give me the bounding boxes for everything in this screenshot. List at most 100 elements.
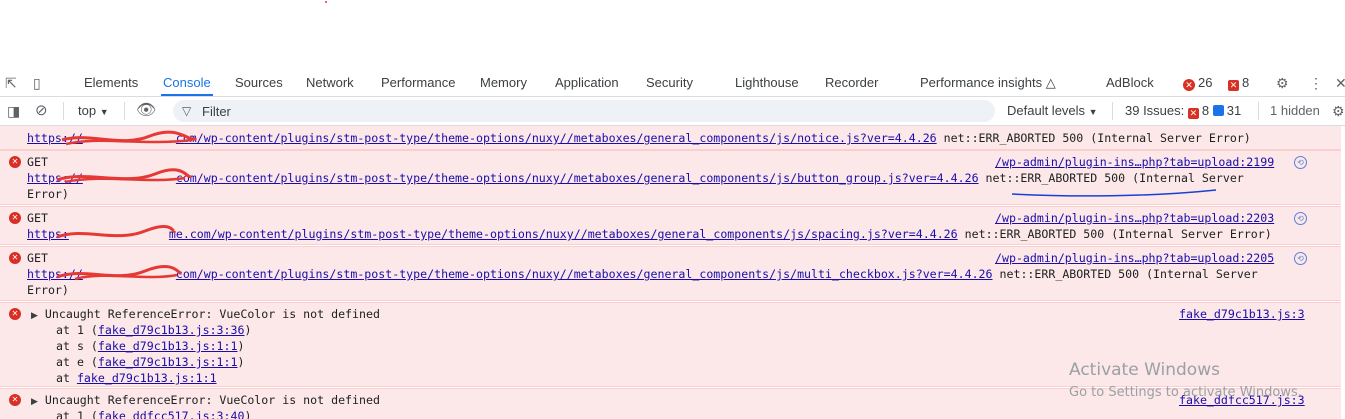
- live-expression-eye-icon[interactable]: 👁: [136, 97, 156, 125]
- filter-icon: ▽: [182, 104, 192, 118]
- device-toolbar-icon[interactable]: ▯: [33, 74, 41, 96]
- expand-triangle-icon: ▶: [31, 397, 38, 407]
- error-text: net::ERR_ABORTED 500 (Internal Server: [999, 267, 1258, 281]
- network-request-icon[interactable]: ⟲: [1294, 212, 1307, 225]
- close-devtools-icon[interactable]: ✕: [1335, 74, 1345, 96]
- tab-memory[interactable]: Memory: [480, 74, 527, 96]
- frame-prefix: at s (: [56, 339, 98, 353]
- log-levels-dropdown[interactable]: Default levels ▼: [1007, 97, 1098, 125]
- devtools-tab-bar: ⇱ ▯ Elements Console Sources Network Per…: [0, 74, 1345, 97]
- console-settings-gear-icon[interactable]: ⚙: [1332, 97, 1345, 125]
- frame-suffix: ): [244, 409, 252, 419]
- error-text: net::ERR_ABORTED 500 (Internal Server Er…: [964, 227, 1272, 241]
- url-tail: me.com/wp-content/plugins/stm-post-type/…: [168, 227, 958, 241]
- error-icon: ✕: [9, 394, 21, 406]
- hidden-count: 1 hidden: [1270, 103, 1320, 118]
- tab-elements[interactable]: Elements: [84, 74, 138, 96]
- error-summary[interactable]: ▶ Uncaught ReferenceError: VueColor is n…: [31, 306, 380, 322]
- toolbar-divider: [63, 102, 64, 120]
- filter-box[interactable]: ▽: [173, 100, 995, 122]
- tab-application[interactable]: Application: [555, 74, 619, 96]
- tab-performance-insights[interactable]: Performance insights △: [920, 74, 1056, 96]
- expand-triangle-icon: ▶: [31, 311, 38, 321]
- url-tail: com/wp-content/plugins/stm-post-type/the…: [175, 171, 979, 185]
- source-link[interactable]: /wp-admin/plugin-ins…php?tab=upload:2199: [995, 154, 1274, 170]
- watermark-title: Activate Windows: [1069, 360, 1220, 380]
- error-counter[interactable]: ✕ 26: [1183, 74, 1212, 96]
- request-url-link[interactable]: https:// com/wp-content/plugins/stm-post-…: [27, 267, 993, 281]
- tab-sources[interactable]: Sources: [235, 74, 283, 96]
- issues-button[interactable]: 39 Issues: ✕ 8 31: [1125, 97, 1241, 125]
- tab-network[interactable]: Network: [306, 74, 354, 96]
- frame-prefix: at 1 (: [56, 409, 98, 419]
- message-body: https:// com/wp-content/plugins/stm-post-…: [27, 266, 1258, 282]
- error-icon: ✕: [9, 308, 21, 320]
- flask-icon: △: [1045, 75, 1056, 90]
- console-error-message: https:// com/wp-content/plugins/stm-post-…: [0, 126, 1341, 150]
- source-link[interactable]: /wp-admin/plugin-ins…php?tab=upload:2205: [995, 250, 1274, 266]
- request-url-link[interactable]: https:// com/wp-content/plugins/stm-post-…: [27, 131, 937, 145]
- message-body: https: me.com/wp-content/plugins/stm-post…: [27, 226, 1272, 242]
- error-text: net::ERR_ABORTED 500 (Internal Server: [985, 171, 1244, 185]
- stack-frame-link[interactable]: fake_d79c1b13.js:1:1: [98, 355, 238, 369]
- more-options-icon[interactable]: ⋮: [1309, 74, 1323, 96]
- issues-error-count: 8: [1201, 103, 1210, 118]
- network-request-icon[interactable]: ⟲: [1294, 252, 1307, 265]
- toolbar-divider: [124, 102, 125, 120]
- error-summary[interactable]: ▶ Uncaught ReferenceError: VueColor is n…: [31, 392, 380, 408]
- console-error-message: ✕ GET /wp-admin/plugin-ins…php?tab=uploa…: [0, 206, 1341, 245]
- settings-gear-icon[interactable]: ⚙: [1276, 74, 1289, 96]
- stack-frame: at fake_d79c1b13.js:1:1: [56, 370, 217, 386]
- url-prefix: https:: [27, 227, 69, 241]
- frame-suffix: ): [237, 339, 245, 353]
- blank-area: [0, 0, 1345, 74]
- tab-lighthouse[interactable]: Lighthouse: [735, 74, 799, 96]
- console-error-message: ✕ GET /wp-admin/plugin-ins…php?tab=uploa…: [0, 246, 1341, 301]
- url-prefix: https://: [27, 131, 83, 145]
- error-count: 26: [1198, 75, 1213, 90]
- error-icon: ✕: [9, 252, 21, 264]
- tab-performance-insights-label: Performance insights: [920, 75, 1043, 90]
- inspect-element-icon[interactable]: ⇱: [5, 74, 17, 96]
- stack-frame-link[interactable]: fake_d79c1b13.js:3:36: [98, 323, 245, 337]
- source-link[interactable]: /wp-admin/plugin-ins…php?tab=upload:2203: [995, 210, 1274, 226]
- stack-frame: at 1 (fake_d79c1b13.js:3:36): [56, 322, 251, 338]
- message-body: https:// com/wp-content/plugins/stm-post-…: [27, 130, 1251, 146]
- tab-adblock[interactable]: AdBlock: [1106, 74, 1154, 96]
- request-method: GET: [27, 211, 48, 225]
- error-message-text: Uncaught ReferenceError: VueColor is not…: [44, 307, 380, 321]
- error-text: net::ERR_ABORTED 500 (Internal Server Er…: [943, 131, 1251, 145]
- warning-counter[interactable]: ✕ 8: [1228, 74, 1249, 96]
- error-text-wrap: Error): [27, 283, 69, 297]
- url-tail: com/wp-content/plugins/stm-post-type/the…: [175, 131, 937, 145]
- log-levels-label: Default levels: [1007, 103, 1086, 118]
- clear-console-icon[interactable]: ⊘: [35, 97, 48, 125]
- tab-performance[interactable]: Performance: [381, 74, 455, 96]
- frame-prefix: at e (: [56, 355, 98, 369]
- stack-frame-link[interactable]: fake_ddfcc517.js:3:40: [98, 409, 245, 419]
- activate-windows-watermark: Activate Windows Go to Settings to activ…: [1069, 360, 1302, 402]
- error-icon: ✕: [1183, 79, 1195, 91]
- message-body: https:// com/wp-content/plugins/stm-post-…: [27, 170, 1244, 186]
- frame-prefix: at: [56, 371, 77, 385]
- network-request-icon[interactable]: ⟲: [1294, 156, 1307, 169]
- error-icon: ✕: [9, 212, 21, 224]
- tab-recorder[interactable]: Recorder: [825, 74, 878, 96]
- sidebar-toggle-icon[interactable]: ◨: [7, 97, 20, 125]
- tab-console[interactable]: Console: [161, 74, 213, 96]
- stack-frame-link[interactable]: fake_d79c1b13.js:1:1: [77, 371, 217, 385]
- error-icon: ✕: [9, 156, 21, 168]
- url-prefix: https://: [27, 267, 83, 281]
- source-link[interactable]: fake_d79c1b13.js:3: [1179, 306, 1305, 322]
- request-url-link[interactable]: https:// com/wp-content/plugins/stm-post-…: [27, 171, 979, 185]
- warning-count: 8: [1242, 75, 1250, 90]
- request-url-link[interactable]: https: me.com/wp-content/plugins/stm-post…: [27, 227, 958, 241]
- watermark-subtitle: Go to Settings to activate Windows.: [1069, 385, 1302, 400]
- stack-frame-link[interactable]: fake_d79c1b13.js:1:1: [98, 339, 238, 353]
- tab-security[interactable]: Security: [646, 74, 693, 96]
- context-selector[interactable]: top ▼: [78, 97, 109, 125]
- issues-info-count: 31: [1226, 103, 1242, 118]
- filter-input[interactable]: [202, 102, 982, 120]
- url-tail: com/wp-content/plugins/stm-post-type/the…: [175, 267, 993, 281]
- console-error-message: ✕ GET /wp-admin/plugin-ins…php?tab=uploa…: [0, 150, 1341, 205]
